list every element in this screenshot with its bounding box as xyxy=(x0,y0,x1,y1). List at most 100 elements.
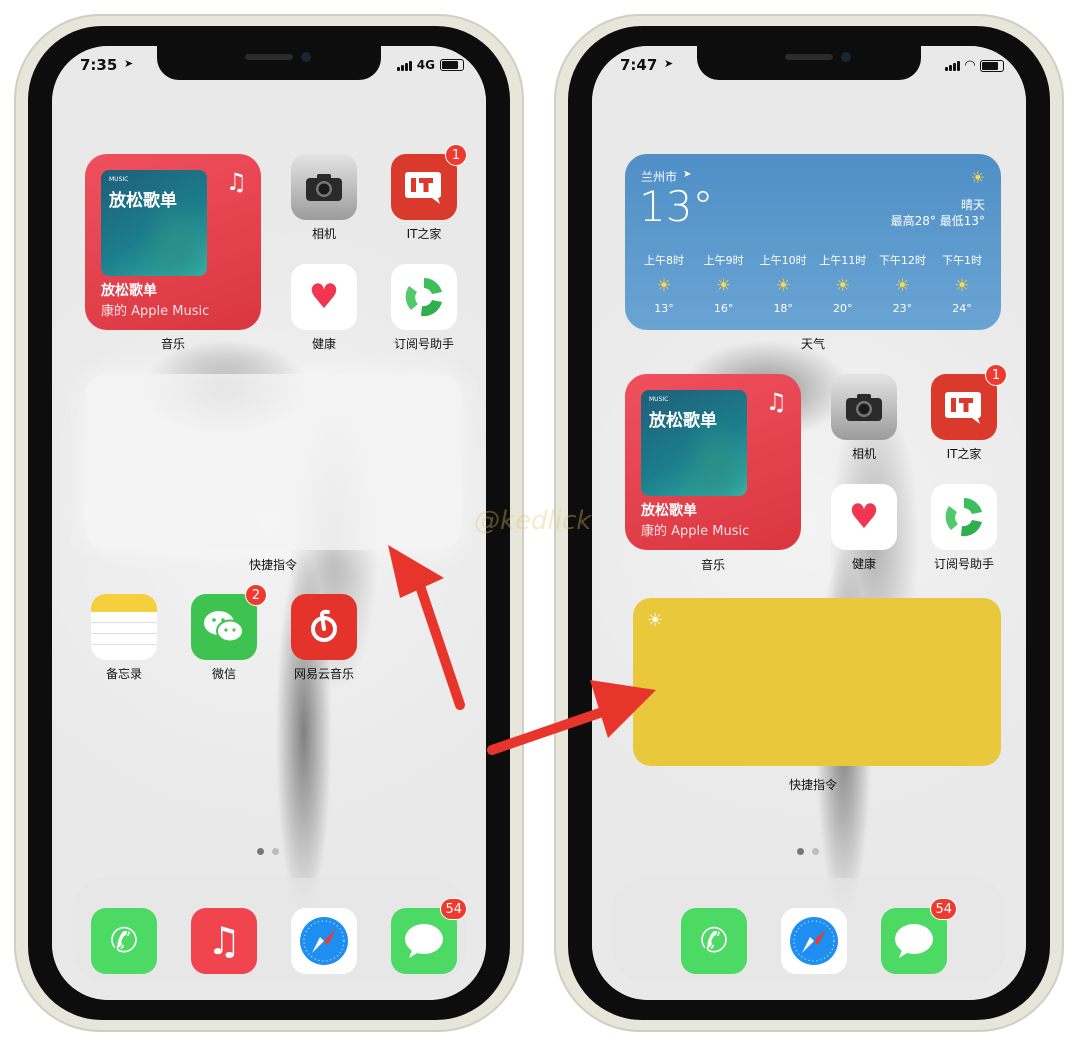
app-subscription-assistant[interactable]: 订阅号助手 xyxy=(919,484,1009,572)
hourly-item: 上午11时 ☀ 20° xyxy=(814,252,872,315)
app-label: IT之家 xyxy=(946,447,982,461)
hour-temp: 18° xyxy=(773,302,793,315)
wechat-icon: 2 xyxy=(191,584,267,660)
safari-icon xyxy=(291,908,357,974)
page-indicator[interactable] xyxy=(797,848,819,855)
it-home-icon: 1 xyxy=(391,144,467,220)
app-label: 订阅号助手 xyxy=(933,557,994,571)
weather-widget-label: 天气 xyxy=(800,337,825,351)
music-widget[interactable]: MUSIC 放松歌单 ♫ 放松歌单 康的 Apple Music xyxy=(85,154,261,330)
app-camera[interactable]: 相机 xyxy=(819,374,909,462)
app-label: 健康 xyxy=(311,337,336,351)
phone-icon: ✆ xyxy=(91,908,157,974)
app-wechat[interactable]: 2 微信 xyxy=(179,584,269,682)
hour-time: 上午11时 xyxy=(819,254,867,267)
app-netease-music[interactable]: 网易云音乐 xyxy=(279,594,369,682)
hourly-item: 下午12时 ☀ 23° xyxy=(873,252,931,315)
hour-temp: 16° xyxy=(713,302,734,315)
app-label: 相机 xyxy=(851,447,876,461)
sun-icon: ☀ xyxy=(970,168,985,187)
phone-bezel: 7:47 ➤ ◠ 兰州市 ➤ 13° ☀ 晴天 最高28° 最低13° 上午8时… xyxy=(568,26,1050,1020)
hour-time: 上午8时 xyxy=(644,254,684,267)
dock-messages[interactable]: 54 xyxy=(379,898,469,974)
shortcuts-widget-label: 快捷指令 xyxy=(788,778,837,792)
notification-badge: 1 xyxy=(445,144,467,166)
app-ithome[interactable]: 1 IT之家 xyxy=(379,144,469,242)
weather-high-low: 最高28° 最低13° xyxy=(890,214,985,228)
app-label: 备忘录 xyxy=(105,667,142,681)
app-label: 相机 xyxy=(311,227,336,241)
music-widget-label: 音乐 xyxy=(160,337,185,351)
playlist-subtitle: 康的 Apple Music xyxy=(101,304,210,319)
playlist-subtitle: 康的 Apple Music xyxy=(641,524,750,539)
sun-icon: ☀ xyxy=(894,276,910,296)
app-label: 健康 xyxy=(851,557,876,571)
location-arrow-icon: ➤ xyxy=(124,57,134,70)
phone-icon: ✆ xyxy=(681,908,747,974)
hourly-item: 下午1时 ☀ 24° xyxy=(933,252,991,315)
app-label: IT之家 xyxy=(406,227,442,241)
subscription-assistant-icon xyxy=(391,264,457,330)
music-widget[interactable]: MUSIC 放松歌单 ♫ 放松歌单 康的 Apple Music xyxy=(625,374,801,550)
playlist-title: 放松歌单 xyxy=(101,283,157,299)
battery-icon xyxy=(980,59,1004,72)
sun-icon: ☀ xyxy=(656,276,672,296)
apple-music-logo: MUSIC xyxy=(109,176,129,183)
hourly-item: 上午8时 ☀ 13° xyxy=(635,252,693,315)
app-ithome[interactable]: 1 IT之家 xyxy=(919,364,1009,462)
hour-time: 上午10时 xyxy=(759,254,807,267)
right-home-screen: 7:47 ➤ ◠ 兰州市 ➤ 13° ☀ 晴天 最高28° 最低13° 上午8时… xyxy=(592,46,1026,1000)
app-label: 订阅号助手 xyxy=(393,337,454,351)
notes-icon xyxy=(91,594,157,660)
it-home-icon: 1 xyxy=(931,364,1007,440)
dock-phone[interactable]: ✆ xyxy=(669,908,759,974)
camera-icon xyxy=(291,154,357,220)
weather-widget[interactable]: 兰州市 ➤ 13° ☀ 晴天 最高28° 最低13° 上午8时 ☀ 13° 上午9时… xyxy=(625,154,1001,330)
app-notes[interactable]: 备忘录 xyxy=(79,594,169,682)
network-type: 4G xyxy=(416,58,435,72)
left-phone-frame: 7:35 ➤ 4G MUSIC 放松歌单 ♫ 放松歌单 康的 Apple Mus… xyxy=(14,14,524,1032)
hour-time: 下午1时 xyxy=(941,254,982,267)
netease-music-icon xyxy=(291,594,357,660)
hour-temp: 24° xyxy=(952,302,972,315)
status-bar: 7:35 ➤ 4G xyxy=(52,54,486,80)
subscription-assistant-icon xyxy=(931,484,997,550)
annotation-arrow-right xyxy=(487,680,656,755)
battery-icon xyxy=(440,59,464,71)
status-time: 7:35 xyxy=(80,56,118,74)
music-widget-label: 音乐 xyxy=(700,558,725,572)
music-note-icon: ♫ xyxy=(225,168,247,196)
phone-bezel: 7:35 ➤ 4G MUSIC 放松歌单 ♫ 放松歌单 康的 Apple Mus… xyxy=(28,26,510,1020)
notification-badge: 54 xyxy=(440,898,467,920)
page-indicator[interactable] xyxy=(257,848,279,855)
shortcuts-widget[interactable]: ☀ xyxy=(633,598,1001,766)
safari-icon xyxy=(781,908,847,974)
app-health[interactable]: ♥ 健康 xyxy=(279,264,369,352)
hourly-item: 上午10时 ☀ 18° xyxy=(754,252,812,315)
watermark: @kedlick xyxy=(474,506,592,536)
messages-icon: 54 xyxy=(391,898,467,974)
hour-temp: 23° xyxy=(892,302,913,315)
sun-icon: ☀ xyxy=(835,276,851,296)
annotation-arrow-up xyxy=(388,545,465,710)
shortcuts-widget[interactable] xyxy=(85,374,461,550)
playlist-artwork: MUSIC 放松歌单 xyxy=(101,170,207,276)
dock-messages[interactable]: 54 xyxy=(869,898,959,974)
heart-icon: ♥ xyxy=(831,484,897,550)
right-phone-frame: 7:47 ➤ ◠ 兰州市 ➤ 13° ☀ 晴天 最高28° 最低13° 上午8时… xyxy=(554,14,1064,1032)
app-label: 网易云音乐 xyxy=(293,667,354,681)
music-icon: ♫ xyxy=(191,908,257,974)
camera-icon xyxy=(831,374,897,440)
dock-safari[interactable] xyxy=(279,908,369,974)
sun-icon: ☀ xyxy=(647,610,664,631)
notification-badge: 2 xyxy=(245,584,267,606)
app-subscription-assistant[interactable]: 订阅号助手 xyxy=(379,264,469,352)
dock-music[interactable]: ♫ xyxy=(179,908,269,974)
dock-phone[interactable]: ✆ xyxy=(79,908,169,974)
weather-current-temp: 13° xyxy=(639,182,714,231)
app-health[interactable]: ♥ 健康 xyxy=(819,484,909,572)
app-camera[interactable]: 相机 xyxy=(279,154,369,242)
dock-safari[interactable] xyxy=(769,908,859,974)
hour-temp: 13° xyxy=(654,302,674,315)
sun-icon: ☀ xyxy=(715,276,732,296)
